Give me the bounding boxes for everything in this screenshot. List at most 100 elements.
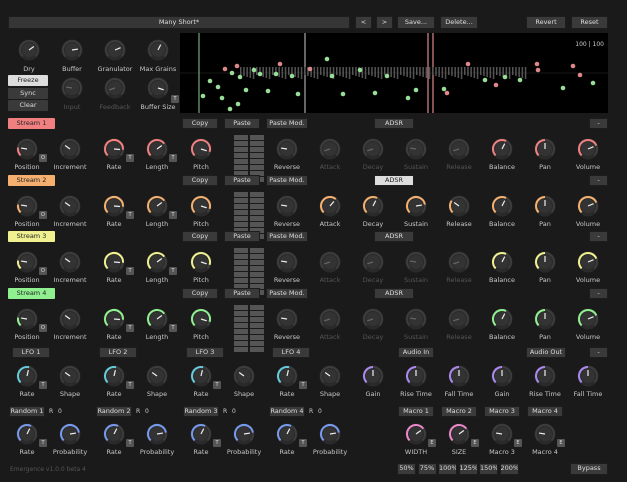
max-grains-knob[interactable] [146,38,170,62]
stream-2-paste-button[interactable]: Paste [224,175,260,186]
stream-3-reverse-knob[interactable] [275,250,299,274]
stream-3-minus-button[interactable]: - [589,231,608,242]
stream-4-paste-button[interactable]: Paste [224,288,260,299]
stream-4-adsr-button[interactable]: ADSR [374,288,414,299]
random-2-rate-knob[interactable] [102,422,126,446]
macro-2-button[interactable]: Macro 2 [441,406,477,417]
stream-3-button[interactable]: Stream 3 [8,231,55,242]
stream-2-position-knob[interactable] [15,194,39,218]
stream-4-increment-knob[interactable] [58,307,82,331]
lfo-3-tempo-badge[interactable]: T [213,381,221,389]
random-3-button[interactable]: Random 3 [183,406,219,417]
stream-4-rate-knob[interactable] [102,307,126,331]
stream-1-decay-knob[interactable] [361,137,385,161]
stream-1-attack-knob[interactable] [318,137,342,161]
stream-2-adsr-button[interactable]: ADSR [374,175,414,186]
lfo-3-shape-knob[interactable] [232,364,256,388]
stream-3-adsr-button[interactable]: ADSR [374,231,414,242]
random-3-rate-knob[interactable] [189,422,213,446]
stream-1-button[interactable]: Stream 1 [8,118,55,129]
random-4-rate-knob[interactable] [275,422,299,446]
preset-next-button[interactable]: > [376,16,393,29]
stream-3-position-mod-badge[interactable]: O [39,267,47,275]
macro-4-edit-badge[interactable]: E [557,439,565,447]
audio-out-minus-button[interactable]: - [589,347,608,358]
lfo-2-rate-knob[interactable] [102,364,126,388]
clear-button[interactable]: Clear [8,100,48,111]
stream-3-paste-button[interactable]: Paste [224,231,260,242]
lfo-4-button[interactable]: LFO 4 [272,347,310,358]
stream-1-rate-tempo-badge[interactable]: T [126,154,134,162]
macro-1-knob[interactable] [404,422,428,446]
stream-1-reverse-knob[interactable] [275,137,299,161]
stream-4-length-knob[interactable] [145,307,169,331]
stream-4-copy-button[interactable]: Copy [182,288,218,299]
zoom-75-button[interactable]: 75% [417,463,437,475]
stream-2-position-mod-badge[interactable]: O [39,211,47,219]
zoom-100-button[interactable]: 100% [438,463,457,475]
stream-3-volume-knob[interactable] [576,250,600,274]
audio-in-button[interactable]: Audio In [398,347,434,358]
stream-4-reverse-knob[interactable] [275,307,299,331]
dry-knob[interactable] [17,38,41,62]
stream-1-pitch-knob[interactable] [189,137,213,161]
stream-4-position-knob[interactable] [15,307,39,331]
macro-4-knob[interactable] [533,422,557,446]
zoom-150-button[interactable]: 150% [479,463,498,475]
stream-4-position-mod-badge[interactable]: O [39,324,47,332]
preset-name-field[interactable]: Many Short* [8,16,350,29]
stream-3-position-knob[interactable] [15,250,39,274]
audio-out-button[interactable]: Audio Out [526,347,566,358]
macro-3-edit-badge[interactable]: E [514,439,522,447]
stream-2-balance-knob[interactable] [490,194,514,218]
random-3-tempo-badge[interactable]: T [213,439,221,447]
stream-1-pan-knob[interactable] [533,137,557,161]
lfo-1-tempo-badge[interactable]: T [39,381,47,389]
stream-4-button[interactable]: Stream 4 [8,288,55,299]
stream-1-adsr-button[interactable]: ADSR [374,118,414,129]
random-1-seed-value[interactable]: 0 [58,408,62,415]
stream-3-decay-knob[interactable] [361,250,385,274]
stream-4-release-knob[interactable] [447,307,471,331]
freeze-button[interactable]: Freeze [8,75,48,86]
stream-4-length-tempo-badge[interactable]: T [169,324,177,332]
zoom-125-button[interactable]: 125% [458,463,478,475]
zoom-50-button[interactable]: 50% [397,463,416,475]
stream-1-length-tempo-badge[interactable]: T [169,154,177,162]
stream-4-balance-knob[interactable] [490,307,514,331]
stream-3-release-knob[interactable] [447,250,471,274]
macro-1-button[interactable]: Macro 1 [398,406,434,417]
stream-2-length-tempo-badge[interactable]: T [169,211,177,219]
macro-3-knob[interactable] [490,422,514,446]
stream-4-minus-button[interactable]: - [589,288,608,299]
lfo-2-button[interactable]: LFO 2 [99,347,137,358]
stream-3-copy-button[interactable]: Copy [182,231,218,242]
stream-2-reverse-knob[interactable] [275,194,299,218]
stream-4-pitch-knob[interactable] [189,307,213,331]
lfo-1-button[interactable]: LFO 1 [12,347,50,358]
random-2-probability-knob[interactable] [145,422,169,446]
stream-2-pan-knob[interactable] [533,194,557,218]
lfo-3-rate-knob[interactable] [189,364,213,388]
stream-2-volume-knob[interactable] [576,194,600,218]
stream-1-position-mod-badge[interactable]: O [39,154,47,162]
stream-3-length-tempo-badge[interactable]: T [169,267,177,275]
grain-display[interactable]: 100 | 100 [180,33,608,113]
preset-prev-button[interactable]: < [355,16,372,29]
stream-2-length-knob[interactable] [145,194,169,218]
audio-out-fall-knob[interactable] [576,364,600,388]
stream-2-button[interactable]: Stream 2 [8,175,55,186]
stream-1-minus-button[interactable]: - [589,118,608,129]
lfo-2-shape-knob[interactable] [145,364,169,388]
sync-button[interactable]: Sync [8,88,48,99]
stream-3-pitch-knob[interactable] [189,250,213,274]
stream-4-volume-knob[interactable] [576,307,600,331]
random-1-tempo-badge[interactable]: T [39,439,47,447]
stream-1-balance-knob[interactable] [490,137,514,161]
macro-3-button[interactable]: Macro 3 [484,406,520,417]
random-4-probability-knob[interactable] [318,422,342,446]
random-4-tempo-badge[interactable]: T [299,439,307,447]
stream-4-pan-knob[interactable] [533,307,557,331]
random-3-probability-knob[interactable] [232,422,256,446]
stream-3-balance-knob[interactable] [490,250,514,274]
